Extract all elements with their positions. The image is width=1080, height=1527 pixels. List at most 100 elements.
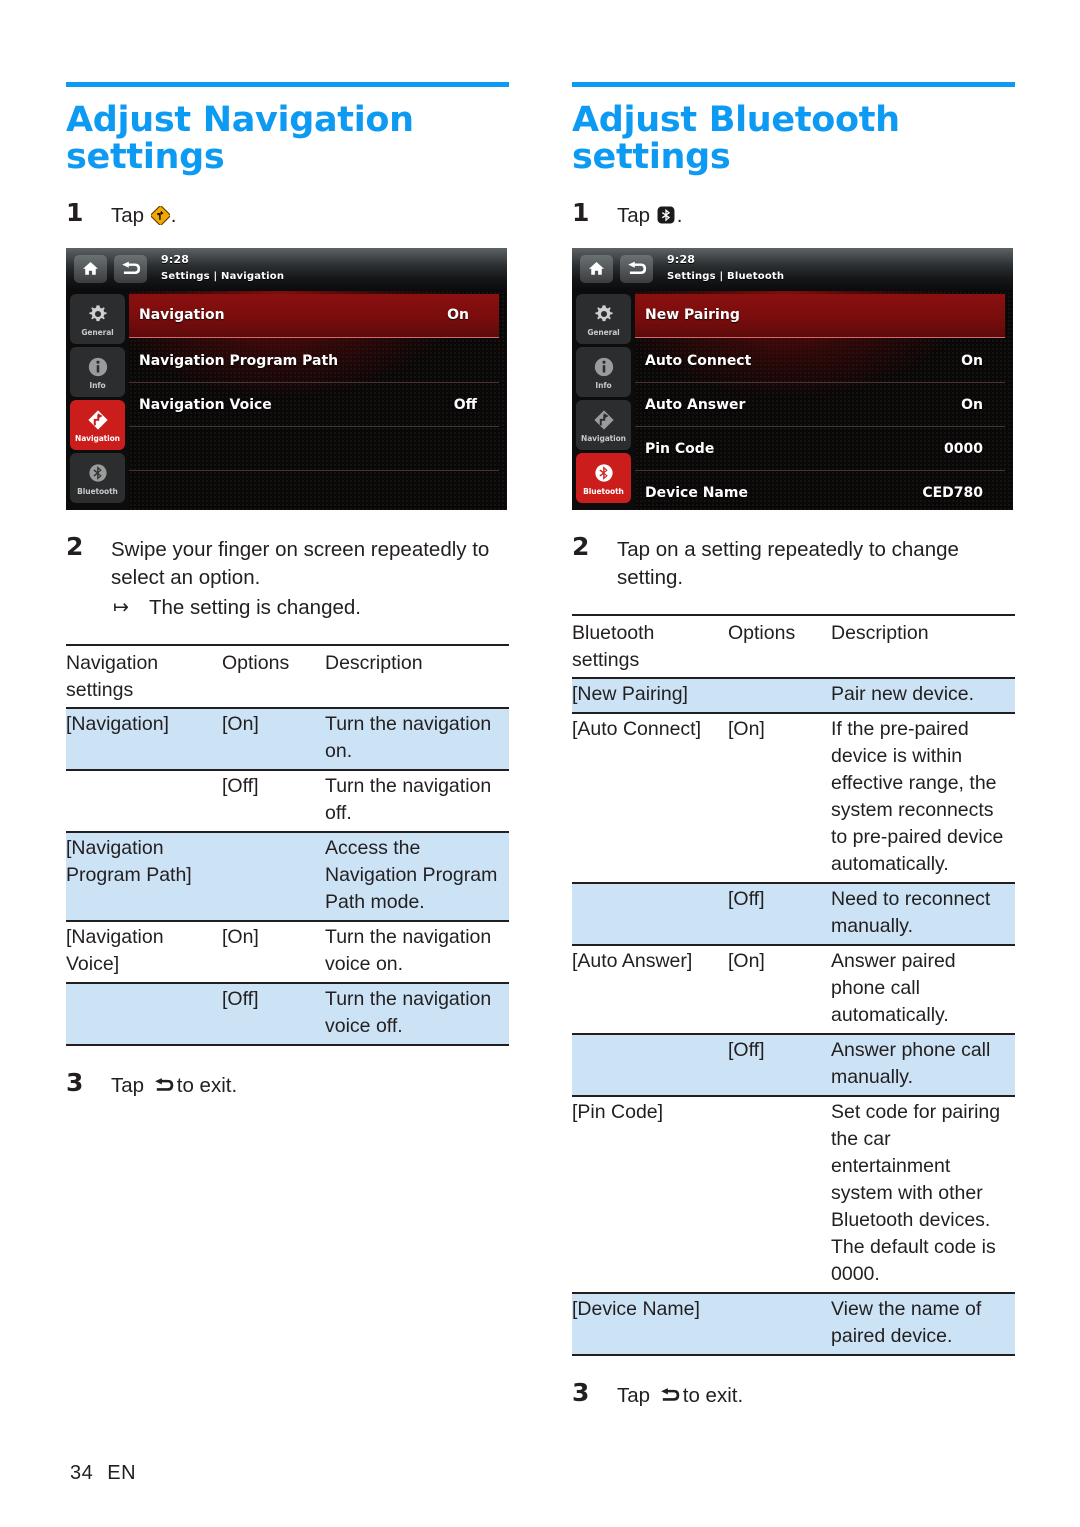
column-header-options: Options: [222, 643, 325, 709]
sidebar-item-general[interactable]: General: [70, 293, 125, 344]
bluetooth-icon: [85, 460, 111, 486]
device-list-navigation: Navigation On Navigation Program Path Na…: [129, 290, 507, 510]
cell-option: [Off]: [728, 1033, 831, 1097]
cell-option: [On]: [728, 712, 831, 884]
device-row-empty[interactable]: [129, 427, 507, 471]
device-row-pin-code[interactable]: Pin Code 0000: [635, 427, 1013, 471]
device-row-value: Off: [453, 396, 477, 413]
table-row: [Navigation] [On] Turn the navigation on…: [66, 707, 509, 771]
sidebar-item-info[interactable]: Info: [576, 346, 631, 397]
step-2-bluetooth: 2 Tap on a setting repeatedly to change …: [572, 532, 1015, 592]
device-row-label: Auto Answer: [645, 396, 746, 413]
gear-icon: [85, 301, 111, 327]
bluetooth-badge-icon: [657, 206, 676, 225]
cell-setting: [Navigation Voice]: [66, 920, 222, 984]
device-breadcrumb: Settings | Navigation: [161, 270, 285, 282]
cell-description: Turn the navigation voice on.: [325, 920, 509, 984]
table-body: [Navigation] [On] Turn the navigation on…: [66, 707, 509, 1046]
table-row: [Auto Answer] [On] Answer paired phone c…: [572, 944, 1015, 1035]
back-arrow-icon: [153, 1077, 174, 1095]
device-row-label: Device Name: [645, 484, 748, 501]
cell-description: Answer phone call manually.: [831, 1033, 1015, 1097]
cell-setting: [572, 1033, 728, 1097]
sidebar-item-label: Bluetooth: [583, 486, 624, 496]
navigation-settings-table: Navigation settings Options Description …: [66, 643, 509, 1046]
table-head: Navigation settings Options Description: [66, 643, 509, 709]
table-row: [Off] Need to reconnect manually.: [572, 882, 1015, 946]
device-screenshot-bluetooth: 9:28 Settings | Bluetooth General Info N…: [572, 247, 1013, 510]
info-icon: [85, 354, 111, 380]
device-screenshot-navigation: 9:28 Settings | Navigation General Info: [66, 247, 507, 510]
cell-description: Need to reconnect manually.: [831, 882, 1015, 946]
sidebar-item-bluetooth[interactable]: Bluetooth: [70, 452, 125, 503]
device-row-auto-answer[interactable]: Auto Answer On: [635, 383, 1013, 427]
sidebar-item-info[interactable]: Info: [70, 346, 125, 397]
cell-description: Answer paired phone call automatically.: [831, 944, 1015, 1035]
device-breadcrumb: Settings | Bluetooth: [667, 270, 785, 282]
table-head: Bluetooth settings Options Description: [572, 613, 1015, 679]
device-topbar: 9:28 Settings | Navigation: [66, 247, 507, 292]
sidebar-item-bluetooth[interactable]: Bluetooth: [576, 452, 631, 503]
device-row-navigation[interactable]: Navigation On: [129, 293, 499, 338]
device-list-bluetooth: New Pairing Auto Connect On Auto Answer …: [635, 290, 1013, 510]
device-row-empty[interactable]: [129, 471, 507, 510]
sidebar-item-label: Navigation: [75, 433, 120, 443]
back-arrow-icon[interactable]: [114, 254, 147, 283]
cell-option: [On]: [728, 944, 831, 1035]
device-clock: 9:28: [161, 252, 190, 266]
table-row: [Off] Turn the navigation off.: [66, 769, 509, 833]
navigation-sign-icon: [150, 205, 170, 225]
cell-option: [728, 1292, 831, 1356]
step-3-bluetooth: 3 Tap to exit.: [572, 1378, 1015, 1410]
step-2-navigation: 2 Swipe your finger on screen repeatedly…: [66, 531, 509, 622]
navigation-arrow-icon: [85, 407, 111, 433]
device-row-label: Navigation Voice: [139, 396, 272, 413]
sidebar-item-navigation[interactable]: Navigation: [70, 399, 125, 450]
table-body: [New Pairing] Pair new device. [Auto Con…: [572, 677, 1015, 1356]
table-header-row: Navigation settings Options Description: [66, 643, 509, 709]
device-status-text: 9:28 Settings | Bluetooth: [667, 251, 784, 285]
home-icon[interactable]: [580, 254, 613, 283]
table-row: [Auto Connect] [On] If the pre-paired de…: [572, 712, 1015, 884]
sidebar-item-general[interactable]: General: [576, 293, 631, 344]
step-text: Tap .: [617, 202, 1015, 230]
device-row-new-pairing[interactable]: New Pairing: [635, 293, 1005, 338]
step-2-result: ↦ The setting is changed.: [111, 594, 509, 622]
step-number: 3: [66, 1067, 84, 1097]
page-title-navigation: Adjust Navigation settings: [66, 100, 414, 177]
page-title-bluetooth: Adjust Bluetooth settings: [572, 100, 900, 177]
device-row-device-name[interactable]: Device Name CED780: [635, 471, 1013, 510]
sidebar-item-label: Info: [89, 380, 106, 390]
table-row: [Pin Code] Set code for pairing the car …: [572, 1095, 1015, 1294]
cell-option: [222, 831, 325, 922]
cell-description: Access the Navigation Program Path mode.: [325, 831, 509, 922]
cell-description: Turn the navigation on.: [325, 707, 509, 771]
device-clock: 9:28: [667, 252, 696, 266]
device-row-auto-connect[interactable]: Auto Connect On: [635, 339, 1013, 383]
cell-option: [On]: [222, 920, 325, 984]
device-row-navigation-program-path[interactable]: Navigation Program Path: [129, 339, 507, 383]
back-arrow-icon[interactable]: [620, 254, 653, 283]
device-status-text: 9:28 Settings | Navigation: [161, 251, 284, 285]
step-text-before: Tap: [617, 203, 651, 227]
device-row-value: On: [447, 307, 469, 323]
cell-option: [Off]: [728, 882, 831, 946]
cell-option: [728, 677, 831, 714]
cell-setting: [Device Name]: [572, 1292, 728, 1356]
device-row-navigation-voice[interactable]: Navigation Voice Off: [129, 383, 507, 427]
step-text-after: to exit.: [176, 1073, 238, 1097]
bluetooth-icon: [591, 460, 617, 486]
sidebar-item-label: Info: [595, 380, 612, 390]
page-footer: 34 EN: [70, 1462, 136, 1485]
home-icon[interactable]: [74, 254, 107, 283]
cell-setting: [Auto Answer]: [572, 944, 728, 1035]
step-text-after: .: [170, 203, 177, 227]
column-header-description: Description: [325, 643, 509, 709]
device-topbar: 9:28 Settings | Bluetooth: [572, 247, 1013, 292]
step-text: Tap .: [111, 202, 509, 230]
step-number: 2: [66, 531, 84, 561]
column-navigation: Adjust Navigation settings 1 Tap . 9:28 …: [66, 82, 509, 1100]
sidebar-item-label: General: [587, 327, 620, 337]
section-rule-left: [66, 82, 509, 87]
sidebar-item-navigation[interactable]: Navigation: [576, 399, 631, 450]
